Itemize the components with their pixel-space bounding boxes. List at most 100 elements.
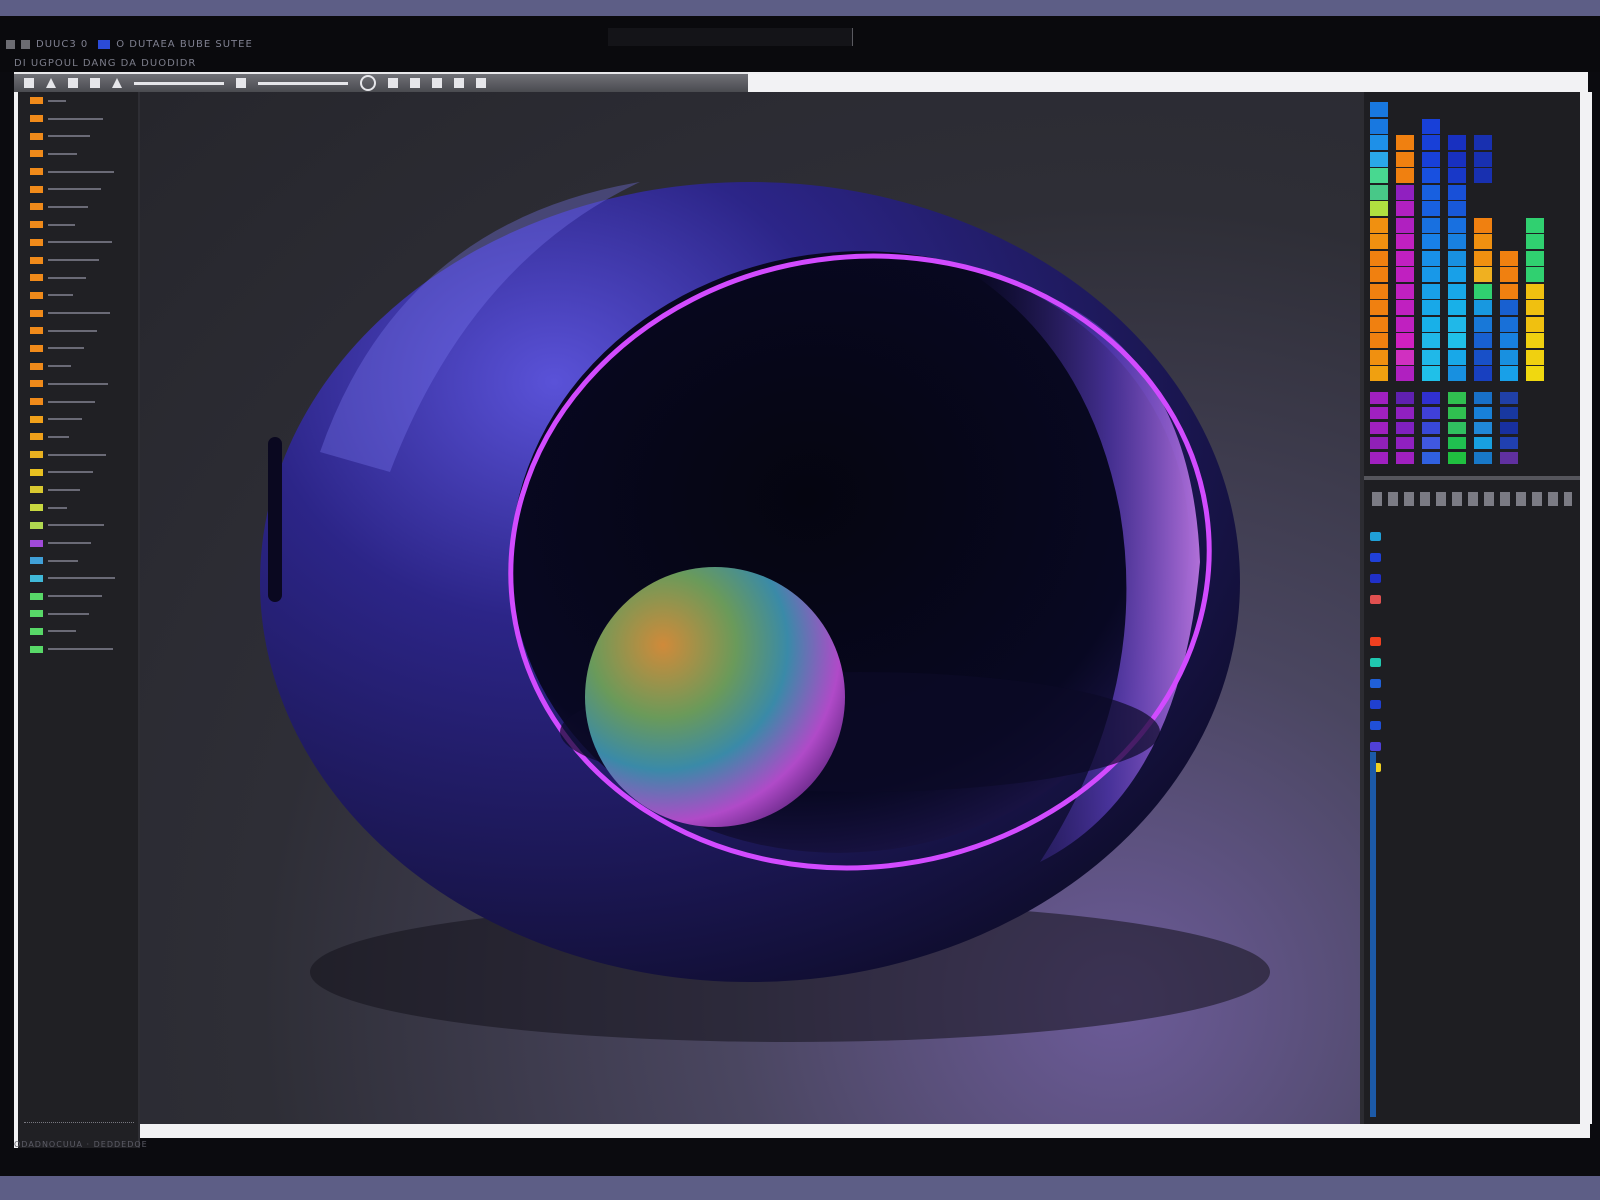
channel-color-icon[interactable] (1370, 532, 1381, 541)
select-tool-icon[interactable] (24, 78, 34, 88)
color-swatch[interactable] (1370, 437, 1388, 449)
layer-item[interactable] (18, 357, 138, 375)
color-swatch[interactable] (1396, 250, 1414, 266)
layer-item[interactable] (18, 198, 138, 216)
color-swatch[interactable] (1370, 135, 1388, 150)
color-swatch[interactable] (1474, 135, 1492, 150)
color-swatch[interactable] (1448, 452, 1466, 464)
color-swatch[interactable] (1396, 217, 1414, 233)
color-swatch[interactable] (1422, 437, 1440, 449)
layer-item[interactable] (18, 163, 138, 181)
color-swatch[interactable] (1422, 422, 1440, 434)
color-swatch[interactable] (1370, 422, 1388, 434)
menu-bar[interactable]: DI UGPOUL DANG DA DUODIDR (14, 58, 196, 69)
export-tool-icon[interactable] (476, 78, 486, 88)
color-swatch[interactable] (1396, 283, 1414, 299)
color-swatch[interactable] (1422, 217, 1440, 233)
pen-tool-icon[interactable] (112, 78, 122, 88)
ruler-tool-icon[interactable] (134, 81, 224, 85)
color-swatch[interactable] (1422, 366, 1440, 381)
color-swatch[interactable] (1422, 392, 1440, 404)
color-swatch[interactable] (1500, 452, 1518, 464)
channel-color-icon[interactable] (1370, 700, 1381, 709)
channel-color-icon[interactable] (1370, 553, 1381, 562)
color-swatch[interactable] (1422, 300, 1440, 315)
layer-item[interactable] (18, 127, 138, 145)
search-input[interactable] (608, 28, 853, 46)
fill-tool-icon[interactable] (410, 78, 420, 88)
color-swatch[interactable] (1448, 234, 1466, 249)
channel-color-icon[interactable] (1370, 658, 1381, 667)
color-swatch[interactable] (1500, 283, 1518, 299)
color-swatch[interactable] (1500, 250, 1518, 266)
channel-color-icon[interactable] (1370, 595, 1381, 604)
color-swatch[interactable] (1474, 151, 1492, 167)
color-swatch[interactable] (1474, 333, 1492, 348)
layer-item[interactable] (18, 640, 138, 658)
color-swatch[interactable] (1448, 283, 1466, 299)
color-swatch[interactable] (1370, 151, 1388, 167)
timeline-bar[interactable] (1370, 752, 1376, 1117)
color-swatch[interactable] (1396, 452, 1414, 464)
color-swatch[interactable] (1370, 118, 1388, 134)
color-swatch[interactable] (1474, 234, 1492, 249)
color-swatch[interactable] (1370, 234, 1388, 249)
layer-item[interactable] (18, 110, 138, 128)
layer-item[interactable] (18, 463, 138, 481)
color-swatch[interactable] (1370, 407, 1388, 419)
color-swatch[interactable] (1422, 168, 1440, 183)
color-swatch[interactable] (1526, 349, 1544, 365)
color-swatch[interactable] (1422, 452, 1440, 464)
color-swatch[interactable] (1474, 316, 1492, 332)
brush-tool-icon[interactable] (46, 78, 56, 88)
color-swatch[interactable] (1396, 366, 1414, 381)
channel-color-icon[interactable] (1370, 637, 1381, 646)
panel-divider[interactable] (1364, 476, 1580, 480)
layer-item[interactable] (18, 410, 138, 428)
color-swatch[interactable] (1448, 392, 1466, 404)
color-swatch[interactable] (1500, 349, 1518, 365)
color-swatch[interactable] (1370, 201, 1388, 216)
canvas-viewport[interactable] (140, 92, 1360, 1124)
color-swatch[interactable] (1422, 184, 1440, 200)
layer-item[interactable] (18, 251, 138, 269)
layer-item[interactable] (18, 605, 138, 623)
color-swatch[interactable] (1396, 300, 1414, 315)
channel-color-icon[interactable] (1370, 721, 1381, 730)
color-swatch[interactable] (1396, 184, 1414, 200)
color-swatch[interactable] (1474, 437, 1492, 449)
accent-icon[interactable] (98, 39, 111, 49)
color-swatch[interactable] (1370, 168, 1388, 183)
layer-item[interactable] (18, 481, 138, 499)
color-swatch[interactable] (1500, 407, 1518, 419)
color-swatch[interactable] (1500, 267, 1518, 282)
color-swatch[interactable] (1500, 392, 1518, 404)
channel-color-icon[interactable] (1370, 742, 1381, 751)
color-swatch[interactable] (1448, 135, 1466, 150)
color-swatch[interactable] (1448, 250, 1466, 266)
color-swatch[interactable] (1474, 283, 1492, 299)
color-swatch[interactable] (1370, 366, 1388, 381)
layer-item[interactable] (18, 322, 138, 340)
layer-item[interactable] (18, 552, 138, 570)
zoom-tool-icon[interactable] (258, 81, 348, 85)
color-swatch[interactable] (1422, 234, 1440, 249)
panel-tabs[interactable] (1372, 492, 1572, 506)
layer-item[interactable] (18, 428, 138, 446)
canvas-scrollbar[interactable] (140, 1124, 1590, 1138)
color-swatch[interactable] (1396, 316, 1414, 332)
layer-item[interactable] (18, 534, 138, 552)
color-swatch[interactable] (1500, 422, 1518, 434)
color-swatch[interactable] (1370, 452, 1388, 464)
color-swatch[interactable] (1422, 250, 1440, 266)
shape-tool-icon[interactable] (68, 78, 78, 88)
color-swatch[interactable] (1422, 407, 1440, 419)
color-swatch[interactable] (1474, 349, 1492, 365)
color-swatch[interactable] (1474, 392, 1492, 404)
color-swatch[interactable] (1474, 300, 1492, 315)
layer-item[interactable] (18, 287, 138, 305)
color-swatch[interactable] (1448, 437, 1466, 449)
color-swatch[interactable] (1526, 267, 1544, 282)
layer-item[interactable] (18, 570, 138, 588)
color-swatch[interactable] (1526, 217, 1544, 233)
